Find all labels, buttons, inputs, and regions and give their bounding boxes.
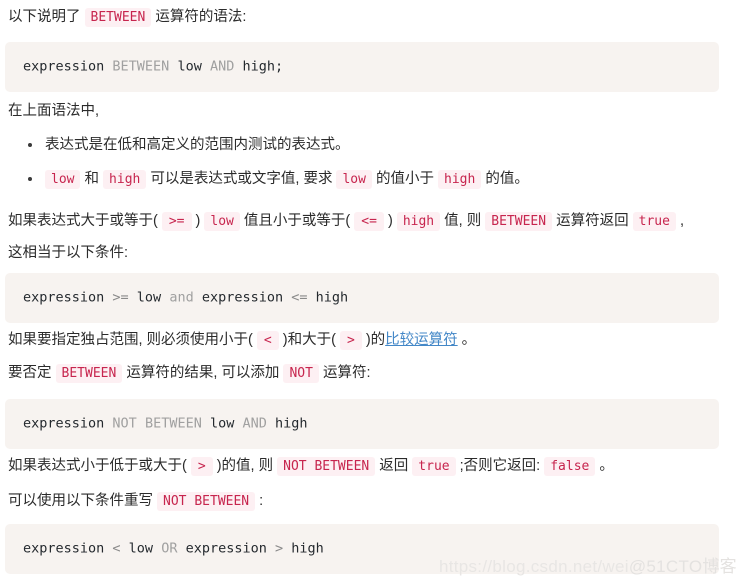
text-run: 运算符的语法:	[151, 9, 247, 25]
paragraph-in-above-syntax: 在上面语法中,	[0, 94, 737, 128]
text-run: :	[255, 493, 264, 509]
inline-code: NOT	[283, 364, 319, 383]
text-run: ,	[675, 213, 684, 229]
code-token: AND	[209, 58, 235, 75]
code-block-between-syntax[interactable]: expression BETWEEN low AND high;	[5, 42, 719, 92]
inline-code: high	[438, 170, 482, 189]
paragraph-rewrite-not-between: 可以使用以下条件重写 NOT BETWEEN :	[0, 484, 737, 519]
comparison-operators-link[interactable]: 比较运算符	[385, 332, 458, 348]
code-token: <	[112, 540, 121, 557]
code-token: expression	[23, 415, 113, 432]
code-token: <=	[291, 289, 308, 306]
paragraph-returns-true-condition: 如果表达式大于或等于( >= ) low 值且小于或等于( <= ) high …	[0, 204, 737, 239]
code-token: >	[275, 540, 284, 557]
inline-code: low	[336, 170, 372, 189]
text-run: )和大于(	[278, 332, 340, 348]
code-token: low	[120, 540, 162, 557]
inline-code: false	[544, 457, 596, 476]
text-run: 表达式是在低和高定义的范围内测试的表达式。	[45, 137, 350, 153]
code-token: expression	[193, 289, 292, 306]
code-token: >=	[112, 289, 129, 306]
code-token: OR	[161, 540, 178, 557]
list-item-expression: 表达式是在低和高定义的范围内测试的表达式。	[8, 128, 729, 162]
code-token: low	[128, 289, 170, 306]
paragraph-negate-between: 要否定 BETWEEN 运算符的结果, 可以添加 NOT 运算符:	[0, 356, 737, 391]
code-token: high;	[234, 58, 284, 75]
inline-code: NOT BETWEEN	[277, 457, 376, 476]
code-token: BETWEEN	[144, 415, 202, 432]
text-run: 这相当于以下条件:	[8, 245, 129, 261]
code-block-not-between-rewrite[interactable]: expression < low OR expression > high	[5, 524, 719, 574]
text-run: 。	[457, 332, 477, 348]
text-run: 如果表达式大于或等于(	[8, 213, 162, 229]
inline-code: low	[204, 212, 240, 231]
paragraph-not-between-returns: 如果表达式小于低于或大于( > )的值, 则 NOT BETWEEN 返回 tr…	[0, 449, 737, 484]
code-token: high	[266, 415, 308, 432]
text-run: 可以使用以下条件重写	[8, 493, 158, 509]
inline-code: low	[45, 170, 81, 189]
paragraph-exclusive-range: 如果要指定独占范围, 则必须使用小于( < )和大于( > )的比较运算符 。	[0, 323, 737, 358]
code-token: expression	[23, 289, 113, 306]
text-run: )	[191, 213, 205, 229]
text-run: 的值。	[481, 171, 529, 187]
text-run: 运算符的结果, 可以添加	[122, 365, 284, 381]
list-item-low-high: low 和 high 可以是表达式或文字值, 要求 low 的值小于 high …	[8, 162, 729, 197]
text-run: )	[383, 213, 397, 229]
code-token: AND	[242, 415, 267, 432]
text-run: 值, 则	[440, 213, 486, 229]
code-token: BETWEEN	[112, 58, 170, 75]
code-block-not-between-syntax[interactable]: expression NOT BETWEEN low AND high	[5, 399, 719, 449]
text-run: 如果表达式小于低于或大于(	[8, 458, 191, 474]
inline-code: >	[339, 331, 362, 350]
inline-code: true	[412, 457, 456, 476]
text-run: 和	[80, 171, 104, 187]
code-token: expression	[177, 540, 275, 557]
inline-code: high	[103, 170, 147, 189]
inline-code: NOT BETWEEN	[157, 492, 256, 511]
text-run: 如果要指定独占范围, 则必须使用小于(	[8, 332, 257, 348]
inline-code: <=	[354, 212, 384, 231]
code-token: expression	[23, 58, 113, 75]
code-block-equivalent-condition[interactable]: expression >= low and expression <= high	[5, 273, 719, 323]
inline-code: >=	[161, 212, 192, 231]
text-run: 运算符:	[318, 365, 371, 381]
code-token: NOT	[112, 415, 137, 432]
text-run: 运算符返回	[552, 213, 633, 229]
code-token: and	[169, 289, 194, 306]
paragraph-syntax-intro: 以下说明了 BETWEEN 运算符的语法:	[0, 0, 737, 35]
inline-code: true	[632, 212, 676, 231]
inline-code: BETWEEN	[55, 364, 123, 383]
code-token: expression	[23, 540, 113, 557]
bullet-list-syntax-terms: 表达式是在低和高定义的范围内测试的表达式。 low 和 high 可以是表达式或…	[0, 128, 737, 197]
text-run: 在上面语法中,	[8, 103, 100, 119]
text-run: 值且小于或等于(	[239, 213, 355, 229]
article-content: 以下说明了 BETWEEN 运算符的语法: expression BETWEEN…	[0, 0, 737, 584]
code-token: low	[201, 415, 243, 432]
inline-code: >	[190, 457, 213, 476]
text-run: )的值, 则	[212, 458, 278, 474]
inline-code: BETWEEN	[84, 8, 152, 27]
inline-code: high	[396, 212, 441, 231]
text-run: 可以是表达式或文字值, 要求	[146, 171, 337, 187]
paragraph-equivalent-to: 这相当于以下条件:	[0, 236, 737, 270]
text-run: )的	[361, 332, 386, 348]
text-run: 的值小于	[371, 171, 439, 187]
code-token: high	[283, 540, 324, 557]
code-token: high	[307, 289, 349, 306]
text-run: 返回	[375, 458, 413, 474]
code-token: low	[169, 58, 210, 75]
text-run: 。	[595, 458, 614, 474]
inline-code: <	[256, 331, 279, 350]
text-run: 要否定	[8, 365, 56, 381]
text-run: 以下说明了	[8, 9, 85, 25]
text-run: ;否则它返回:	[455, 458, 545, 474]
inline-code: BETWEEN	[485, 212, 553, 231]
